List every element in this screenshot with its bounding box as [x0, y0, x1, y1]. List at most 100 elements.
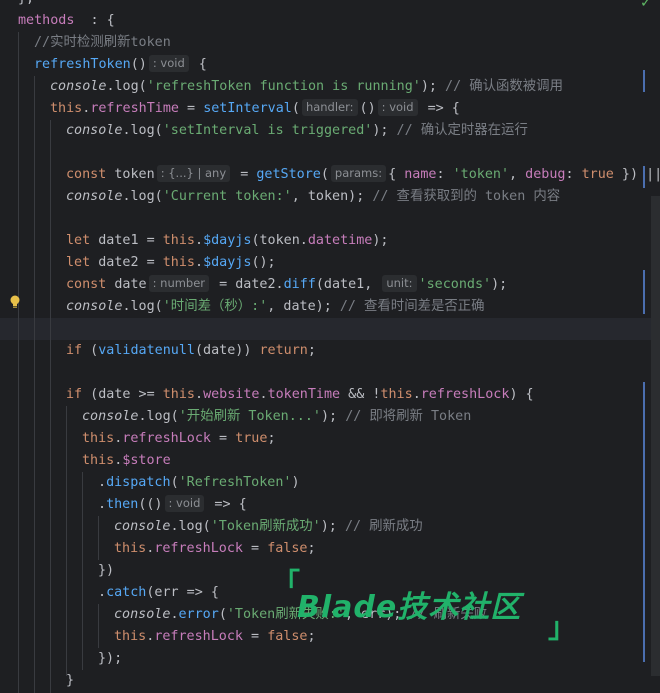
- code-token: refreshLock: [154, 541, 243, 556]
- code-token: this: [50, 101, 83, 116]
- code-text: console.log('Current token:', token); //…: [66, 186, 560, 208]
- code-token: // 刷新成功: [344, 519, 423, 534]
- inlay-hint: : {...} | any: [156, 165, 231, 182]
- code-token: '开始刷新 Token...': [178, 409, 321, 424]
- code-token: '时间差（秒）:': [162, 299, 268, 314]
- code-line: console.log('setInterval is triggered');…: [0, 120, 660, 142]
- code-token: =: [243, 541, 268, 556]
- code-token: .: [195, 233, 204, 248]
- indent-guide: [82, 472, 83, 670]
- code-token: .log(: [138, 409, 179, 424]
- code-token: =: [211, 431, 236, 446]
- code-token: ();: [251, 255, 276, 270]
- indent-guide: [34, 76, 35, 693]
- code-text: if (date >= this.website.tokenTime && !t…: [66, 384, 534, 406]
- code-token: );: [320, 519, 345, 534]
- code-token: .: [98, 497, 107, 512]
- code-token: this: [162, 387, 195, 402]
- code-token: => {: [419, 101, 460, 116]
- code-text: .dispatch('RefreshToken'): [98, 472, 300, 494]
- indent-guide: [50, 120, 51, 693]
- code-token: (: [218, 607, 227, 622]
- code-token: 'refreshToken function is running': [146, 79, 421, 94]
- code-token: (): [130, 57, 147, 72]
- code-token: this: [114, 629, 147, 644]
- lightbulb-icon[interactable]: [9, 295, 21, 309]
- code-token: .: [259, 387, 268, 402]
- code-token: .log(: [106, 79, 147, 94]
- code-text: const date: number = date2.diff(date1, u…: [66, 274, 507, 296]
- code-token: => {: [206, 497, 247, 512]
- code-line: const token: {...} | any = getStore(para…: [0, 164, 660, 186]
- code-text: }: [66, 670, 74, 692]
- code-text: this.refreshLock = true;: [82, 428, 276, 450]
- change-marker: [643, 382, 645, 662]
- code-line: let date1 = this.$dayjs(token.datetime);: [0, 230, 660, 252]
- code-token: datetime: [307, 233, 373, 248]
- code-text: //实时检测刷新token: [34, 32, 171, 54]
- code-token: console: [66, 123, 123, 138]
- code-token: (date)): [195, 343, 260, 358]
- inlay-hint: : void: [164, 495, 205, 512]
- code-token: this: [380, 387, 413, 402]
- code-line: console.log('Current token:', token); //…: [0, 186, 660, 208]
- code-token: console: [66, 299, 123, 314]
- code-line: .dispatch('RefreshToken'): [0, 472, 660, 494]
- change-marker: [643, 70, 645, 92]
- code-token: ((): [138, 497, 163, 512]
- code-line: this.$store: [0, 450, 660, 472]
- inlay-hint: handler:: [301, 99, 358, 116]
- code-token: return: [259, 343, 308, 358]
- code-token: 'Token刷新成功': [210, 519, 321, 534]
- code-text: this.refreshTime = setInterval(handler:(…: [50, 98, 460, 120]
- code-text: },: [18, 0, 34, 10]
- code-token: console: [66, 189, 123, 204]
- code-token: );: [372, 123, 397, 138]
- vertical-scrollbar[interactable]: [651, 196, 660, 676]
- code-line: this.refreshLock = false;: [0, 538, 660, 560]
- code-line: methods : {: [0, 10, 660, 32]
- indent-guide: [66, 406, 67, 676]
- code-token: ;: [267, 431, 276, 446]
- code-text: refreshToken(): void {: [34, 54, 207, 76]
- code-token: =: [179, 101, 204, 116]
- code-token: // 即将刷新 Token: [345, 409, 472, 424]
- code-line: refreshToken(): void {: [0, 54, 660, 76]
- code-line: }: [0, 670, 660, 692]
- code-token: , date);: [267, 299, 340, 314]
- code-token: refreshLock: [122, 431, 211, 446]
- code-text: console.log('开始刷新 Token...'); // 即将刷新 To…: [82, 406, 471, 428]
- code-token: ): [291, 475, 300, 490]
- code-text: console.log('setInterval is triggered');…: [66, 120, 528, 142]
- code-token: .log(: [122, 189, 163, 204]
- code-line: },: [0, 0, 660, 10]
- code-text: methods : {: [18, 10, 115, 32]
- code-token: });: [98, 651, 123, 666]
- code-token: .log(: [122, 123, 163, 138]
- code-token: refreshToken: [34, 57, 131, 72]
- code-token: error: [178, 607, 219, 622]
- code-token: console: [114, 519, 171, 534]
- code-token: then: [106, 497, 139, 512]
- code-token: 'token': [452, 167, 510, 182]
- code-token: (date1,: [315, 277, 381, 292]
- code-token: ) {: [509, 387, 534, 402]
- code-token: const: [66, 167, 107, 182]
- indent-guide: [18, 32, 19, 693]
- code-token: if: [66, 387, 83, 402]
- code-token: {: [388, 167, 405, 182]
- code-line: this.refreshLock = true;: [0, 428, 660, 450]
- code-text: }): [98, 560, 114, 582]
- code-text: .then((): void => {: [98, 494, 247, 516]
- code-token: 'RefreshToken': [178, 475, 292, 490]
- code-token: (token.: [251, 233, 308, 248]
- code-line: });: [0, 648, 660, 670]
- code-editor[interactable]: }, methods : {//实时检测刷新tokenrefreshToken(…: [0, 0, 660, 693]
- code-token: .log(: [170, 519, 211, 534]
- code-token: // 查看获取到的 token 内容: [372, 189, 561, 204]
- code-text: this.refreshLock = false;: [114, 626, 316, 648]
- code-text: console.log('时间差（秒）:', date); // 查看时间差是否…: [66, 296, 485, 318]
- code-token: this: [114, 541, 147, 556]
